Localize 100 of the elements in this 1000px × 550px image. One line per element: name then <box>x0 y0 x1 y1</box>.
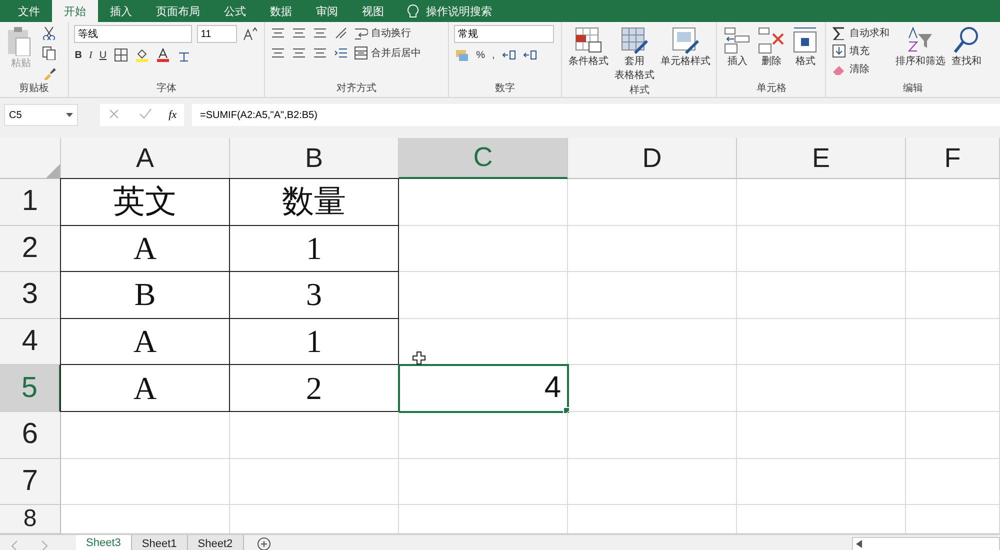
table-cell[interactable] <box>737 318 906 366</box>
row-header[interactable]: 7 <box>0 458 61 506</box>
sheet-tab[interactable]: Sheet3 <box>76 535 132 550</box>
ribbon-tab[interactable]: 公式 <box>212 0 258 22</box>
cell-style-button[interactable]: 单元格样式 <box>659 25 712 83</box>
clear-button[interactable]: 清除 <box>831 61 890 77</box>
ribbon-tab[interactable]: 文件 <box>6 0 52 22</box>
font-color-button[interactable] <box>154 47 171 63</box>
find-select-button[interactable]: 查找和 <box>950 25 982 81</box>
font-size-dropdown[interactable]: 11 <box>196 25 237 43</box>
group-label: 对齐方式 <box>335 82 378 96</box>
ribbon-tab[interactable]: 数据 <box>258 0 304 22</box>
table-cell[interactable] <box>399 226 568 272</box>
percent-button[interactable]: % <box>475 48 486 62</box>
formula-bar[interactable]: =SUMIF(A2:A5,"A",B2:B5) <box>192 104 1000 126</box>
fill-button[interactable]: 填充 <box>831 43 890 59</box>
ribbon-tab[interactable]: 页面布局 <box>144 0 212 22</box>
table-cell[interactable] <box>906 365 1000 412</box>
number-format-dropdown[interactable]: 常规 <box>454 25 554 43</box>
table-cell[interactable] <box>737 365 906 412</box>
delete-button[interactable]: 删除 <box>756 25 786 81</box>
table-cell[interactable] <box>399 458 568 506</box>
italic-button[interactable]: I <box>88 48 94 62</box>
conditional-format-icon <box>574 26 602 54</box>
font-name-dropdown[interactable]: 等线 <box>74 25 192 43</box>
table-cell[interactable] <box>737 179 906 226</box>
table-format-button[interactable]: 套用 表格格式 <box>613 25 656 83</box>
wrap-text-button[interactable]: 自动换行 <box>352 25 422 41</box>
table-cell[interactable]: A <box>60 364 230 412</box>
table-cell[interactable] <box>568 272 737 319</box>
fill-color-button[interactable] <box>134 47 150 63</box>
row-header[interactable]: 5 <box>0 365 61 412</box>
column-header[interactable]: C <box>399 138 568 179</box>
table-cell[interactable]: 英文 <box>60 178 230 226</box>
table-cell[interactable] <box>230 412 399 459</box>
row-header[interactable]: 6 <box>0 412 61 459</box>
bold-button[interactable]: B <box>74 48 84 62</box>
autosum-button[interactable]: 自动求和 <box>831 25 890 41</box>
table-cell[interactable] <box>737 226 906 272</box>
comma-button[interactable]: , <box>491 48 496 62</box>
conditional-format-button[interactable]: 条件格式 <box>567 25 610 83</box>
select-all-button[interactable] <box>0 138 61 179</box>
row-header[interactable]: 8 <box>0 505 61 534</box>
scissors-button[interactable] <box>41 25 57 41</box>
column-header[interactable]: D <box>568 138 737 179</box>
table-cell[interactable] <box>568 365 737 412</box>
table-cell[interactable] <box>61 412 230 459</box>
table-cell[interactable] <box>568 318 737 366</box>
currency-button[interactable] <box>454 47 470 63</box>
row-header[interactable]: 3 <box>0 272 61 319</box>
scroll-arrow-icon <box>856 540 862 548</box>
column-header[interactable]: B <box>230 138 399 179</box>
table-cell[interactable] <box>737 272 906 319</box>
tell-me-search[interactable]: 操作说明搜索 <box>426 4 492 18</box>
table-cell[interactable] <box>399 412 568 459</box>
table-cell[interactable] <box>737 458 906 506</box>
column-header[interactable]: E <box>737 138 906 179</box>
horizontal-scrollbar[interactable] <box>852 537 1000 550</box>
merge-center-button[interactable]: 合并后居中 <box>352 45 422 61</box>
table-cell[interactable]: 数量 <box>229 178 399 226</box>
column-header[interactable]: A <box>61 138 230 179</box>
table-cell[interactable] <box>906 272 1000 319</box>
row-header[interactable]: 4 <box>0 318 61 366</box>
add-sheet-button[interactable] <box>256 536 272 550</box>
row-header[interactable]: 2 <box>0 226 61 272</box>
insert-function-button[interactable]: fx <box>168 109 177 121</box>
table-cell[interactable] <box>568 412 737 459</box>
ribbon-tab[interactable]: 插入 <box>98 0 144 22</box>
format-button[interactable]: 格式 <box>790 25 820 81</box>
table-cell[interactable] <box>906 458 1000 506</box>
sheet-tab[interactable]: Sheet2 <box>188 535 244 550</box>
group-label: 数字 <box>494 82 516 96</box>
table-cell[interactable] <box>906 226 1000 272</box>
table-cell[interactable] <box>906 412 1000 459</box>
increase-font-button[interactable] <box>242 26 258 42</box>
table-cell[interactable] <box>568 179 737 226</box>
fill-handle[interactable] <box>563 406 570 414</box>
table-cell[interactable] <box>568 458 737 506</box>
ribbon-tab[interactable]: 审阅 <box>304 0 350 22</box>
column-header[interactable]: F <box>906 138 1000 179</box>
insert-button[interactable]: 插入 <box>722 25 752 81</box>
group-label: 样式 <box>628 84 650 97</box>
table-cell[interactable] <box>906 179 1000 226</box>
table-cell[interactable] <box>906 318 1000 366</box>
row-header[interactable]: 1 <box>0 179 61 226</box>
copy-button[interactable] <box>41 45 57 61</box>
sort-filter-button[interactable]: 排序和筛选 <box>894 25 946 81</box>
ribbon-tab[interactable]: 视图 <box>350 0 396 22</box>
table-cell[interactable] <box>737 412 906 459</box>
table-cell[interactable] <box>568 226 737 272</box>
table-cell[interactable] <box>230 458 399 506</box>
table-cell[interactable] <box>399 272 568 319</box>
underline-button[interactable]: U <box>98 48 108 62</box>
table-cell[interactable] <box>399 179 568 226</box>
sheet-tab[interactable]: Sheet1 <box>132 535 188 550</box>
border-button[interactable] <box>112 47 129 63</box>
ribbon-tab[interactable]: 开始 <box>52 0 98 22</box>
table-cell[interactable] <box>61 458 230 506</box>
name-box[interactable]: C5 <box>4 104 78 126</box>
table-cell[interactable]: 4 <box>399 365 568 412</box>
